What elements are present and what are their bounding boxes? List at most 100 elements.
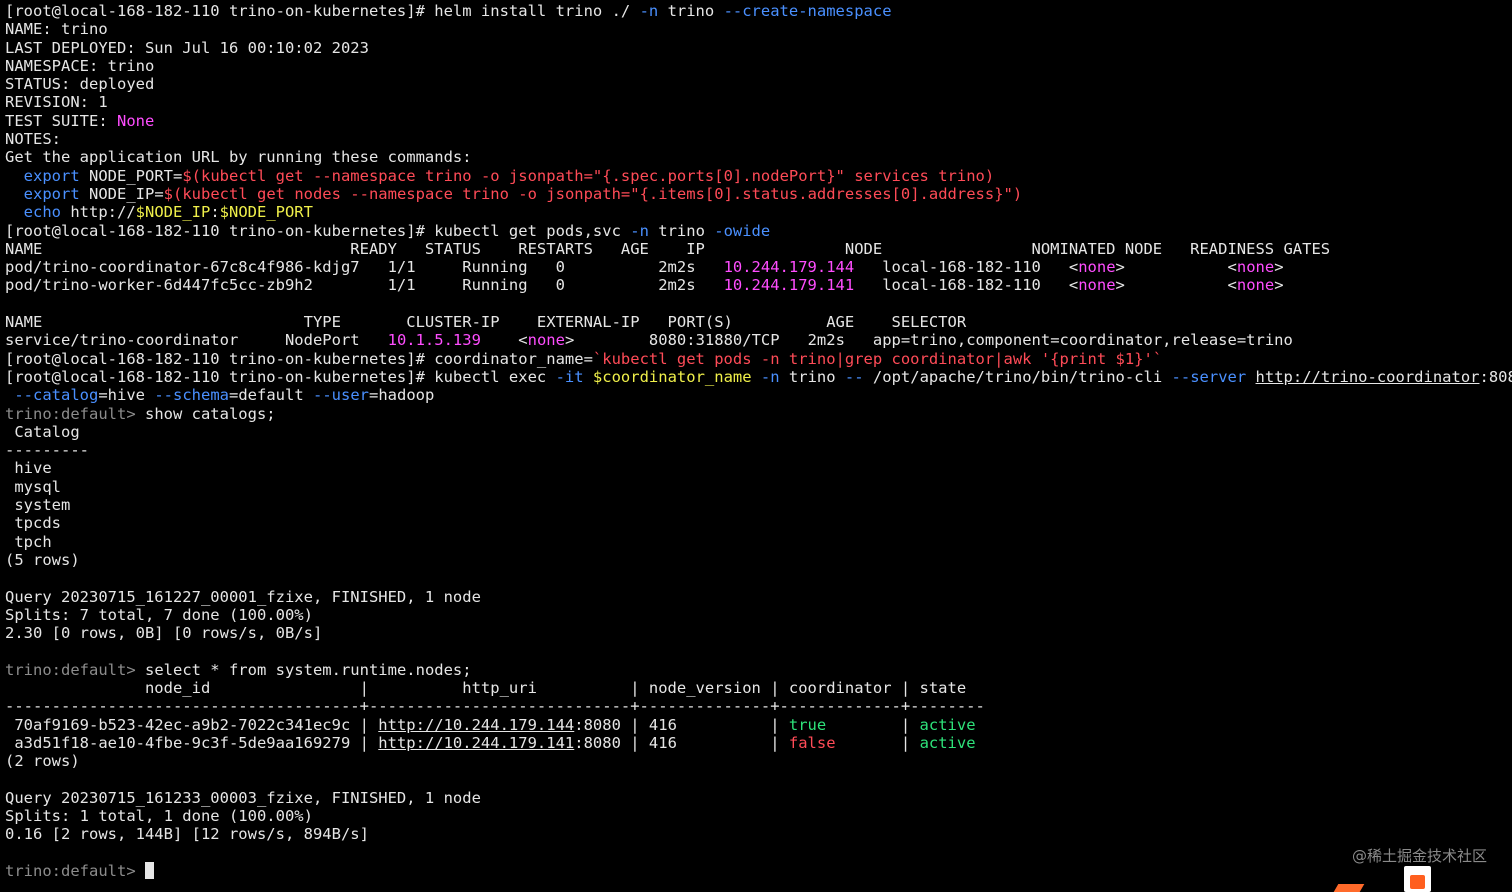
terminal-text: [root@local-168-182-110 trino-on-kuberne… (5, 2, 640, 20)
terminal-text: [root@local-168-182-110 trino-on-kuberne… (5, 349, 593, 368)
terminal-text: > (1115, 276, 1125, 295)
terminal-text: --catalog (14, 386, 99, 405)
terminal-text: -n (639, 2, 659, 20)
terminal-line: trino:default> select * from system.runt… (5, 661, 1512, 679)
terminal-line: hive (5, 459, 1512, 477)
terminal-text: 8080:31880/TCP 2m2s app=trino,component=… (574, 331, 1293, 350)
terminal-text: local-168-182-110 (854, 276, 1069, 295)
terminal-line: REVISION: 1 (5, 93, 1512, 111)
terminal-text: pod/trino-coordinator-67c8c4f986-kdjg7 1… (5, 258, 724, 277)
terminal-line: [root@local-168-182-110 trino-on-kuberne… (5, 2, 1512, 20)
terminal-text: mysql (5, 477, 61, 496)
terminal-text: [root@local-168-182-110 trino-on-kuberne… (5, 221, 631, 240)
terminal-text: false (788, 733, 836, 752)
terminal-text: --------------------------------------+-… (5, 697, 985, 716)
terminal-line: LAST DEPLOYED: Sun Jul 16 00:10:02 2023 (5, 39, 1512, 57)
terminal-line: --------------------------------------+-… (5, 697, 1512, 715)
terminal-text: -n (630, 221, 649, 240)
terminal-text: [root@local-168-182-110 trino-on-kuberne… (5, 367, 556, 386)
terminal-text: 0.16 [2 rows, 144B] [12 rows/s, 894B/s] (5, 825, 369, 844)
terminal-text: trino (658, 2, 724, 20)
terminal-text: | (835, 733, 920, 752)
terminal-text: none (1078, 276, 1116, 295)
terminal-text: node_id | http_uri | node_version | coor… (5, 678, 967, 697)
terminal-text: < (518, 331, 528, 350)
terminal-text: trino (648, 221, 715, 240)
terminal-output[interactable]: [root@local-168-182-110 trino-on-kuberne… (5, 2, 1512, 892)
terminal-line: echo http://$NODE_IP:$NODE_PORT (5, 203, 1512, 221)
terminal-text: TEST SUITE: (5, 111, 117, 130)
terminal-text: true (788, 715, 827, 734)
terminal-text: http:// (61, 203, 136, 222)
terminal-line: system (5, 496, 1512, 514)
terminal-line: STATUS: deployed (5, 75, 1512, 93)
terminal-line: Query 20230715_161233_00003_fzixe, FINIS… (5, 789, 1512, 807)
terminal-text: NAME TYPE CLUSTER-IP EXTERNAL-IP PORT(S)… (5, 313, 967, 332)
terminal-text: > (564, 331, 575, 350)
terminal-line: 0.16 [2 rows, 144B] [12 rows/s, 894B/s] (5, 825, 1512, 843)
terminal-text: Query 20230715_161227_00001_fzixe, FINIS… (5, 587, 481, 606)
terminal-text: system (5, 496, 71, 515)
terminal-text: tpcds (5, 514, 61, 533)
terminal-text: Splits: 7 total, 7 done (100.00%) (5, 605, 313, 624)
terminal-line: pod/trino-coordinator-67c8c4f986-kdjg7 1… (5, 258, 1512, 276)
terminal-text: 10.244.179.141 (723, 276, 855, 295)
terminal-text: < (1227, 276, 1237, 295)
terminal-text: (2 rows) (5, 752, 80, 771)
terminal-text: NAME READY STATUS RESTARTS AGE IP NODE N… (5, 239, 1331, 258)
terminal-line: --------- (5, 441, 1512, 459)
terminal-line: pod/trino-worker-6d447fc5cc-zb9h2 1/1 Ru… (5, 276, 1512, 294)
terminal-text: none (1236, 258, 1275, 277)
terminal-line: NAMESPACE: trino (5, 57, 1512, 75)
terminal-line: trino:default> show catalogs; (5, 405, 1512, 423)
terminal-text: 2.30 [0 rows, 0B] [0 rows/s, 0B/s] (5, 624, 323, 643)
terminal-line: export NODE_IP=$(kubectl get nodes --nam… (5, 185, 1512, 203)
terminal-line: [root@local-168-182-110 trino-on-kuberne… (5, 350, 1512, 368)
terminal-text: $(kubectl get nodes --namespace trino -o… (163, 184, 1023, 203)
terminal-text: /opt/apache/trino/bin/trino-cli (863, 367, 1172, 386)
terminal-line: Query 20230715_161227_00001_fzixe, FINIS… (5, 588, 1512, 606)
terminal-line: NAME TYPE CLUSTER-IP EXTERNAL-IP PORT(S)… (5, 313, 1512, 331)
terminal-text: -it (555, 367, 584, 386)
terminal-text: a3d51f18-ae10-4fbe-9c3f-5de9aa169279 | (5, 733, 379, 752)
terminal-text: -owide (714, 221, 771, 240)
terminal-text: 10.244.179.144 (723, 258, 855, 277)
watermark-text: @稀土掘金技术社区 (1351, 847, 1487, 865)
terminal-line: export NODE_PORT=$(kubectl get --namespa… (5, 167, 1512, 185)
terminal-line: service/trino-coordinator NodePort 10.1.… (5, 331, 1512, 349)
terminal-text: --user (313, 386, 369, 405)
terminal-link[interactable]: http://trino-coordinator (1256, 368, 1480, 386)
terminal-text: > (1115, 258, 1125, 277)
terminal-text: echo (23, 203, 61, 222)
terminal-line: (5 rows) (5, 551, 1512, 569)
terminal-text: NODE_IP= (79, 184, 164, 203)
terminal-line: NOTES: (5, 130, 1512, 148)
terminal-link[interactable]: http://10.244.179.141 (378, 734, 574, 752)
terminal-text: service/trino-coordinator NodePort (5, 331, 388, 350)
terminal-text: 70af9169-b523-42ec-a9b2-7022c341ec9c | (5, 715, 379, 734)
terminal-link[interactable]: http://10.244.179.144 (378, 716, 574, 734)
terminal-line: Catalog (5, 423, 1512, 441)
terminal-line: TEST SUITE: None (5, 112, 1512, 130)
terminal-text: LAST DEPLOYED: Sun Jul 16 00:10:02 2023 (5, 38, 369, 57)
terminal-text: None (116, 111, 155, 130)
terminal-cursor (145, 861, 154, 879)
terminal-text: $NODE_PORT (219, 203, 313, 222)
terminal-line: Splits: 7 total, 7 done (100.00%) (5, 606, 1512, 624)
terminal-text: tpch (5, 532, 52, 551)
terminal-text: =hadoop (369, 386, 435, 405)
terminal-line: NAME READY STATUS RESTARTS AGE IP NODE N… (5, 240, 1512, 258)
terminal-text: --schema (154, 386, 229, 405)
terminal-text: local-168-182-110 (854, 258, 1069, 277)
terminal-line: trino:default> (5, 861, 1512, 880)
terminal-text: =default (229, 386, 313, 405)
corner-badge-icon (1404, 866, 1431, 892)
terminal-text: NAMESPACE: trino (5, 56, 155, 75)
